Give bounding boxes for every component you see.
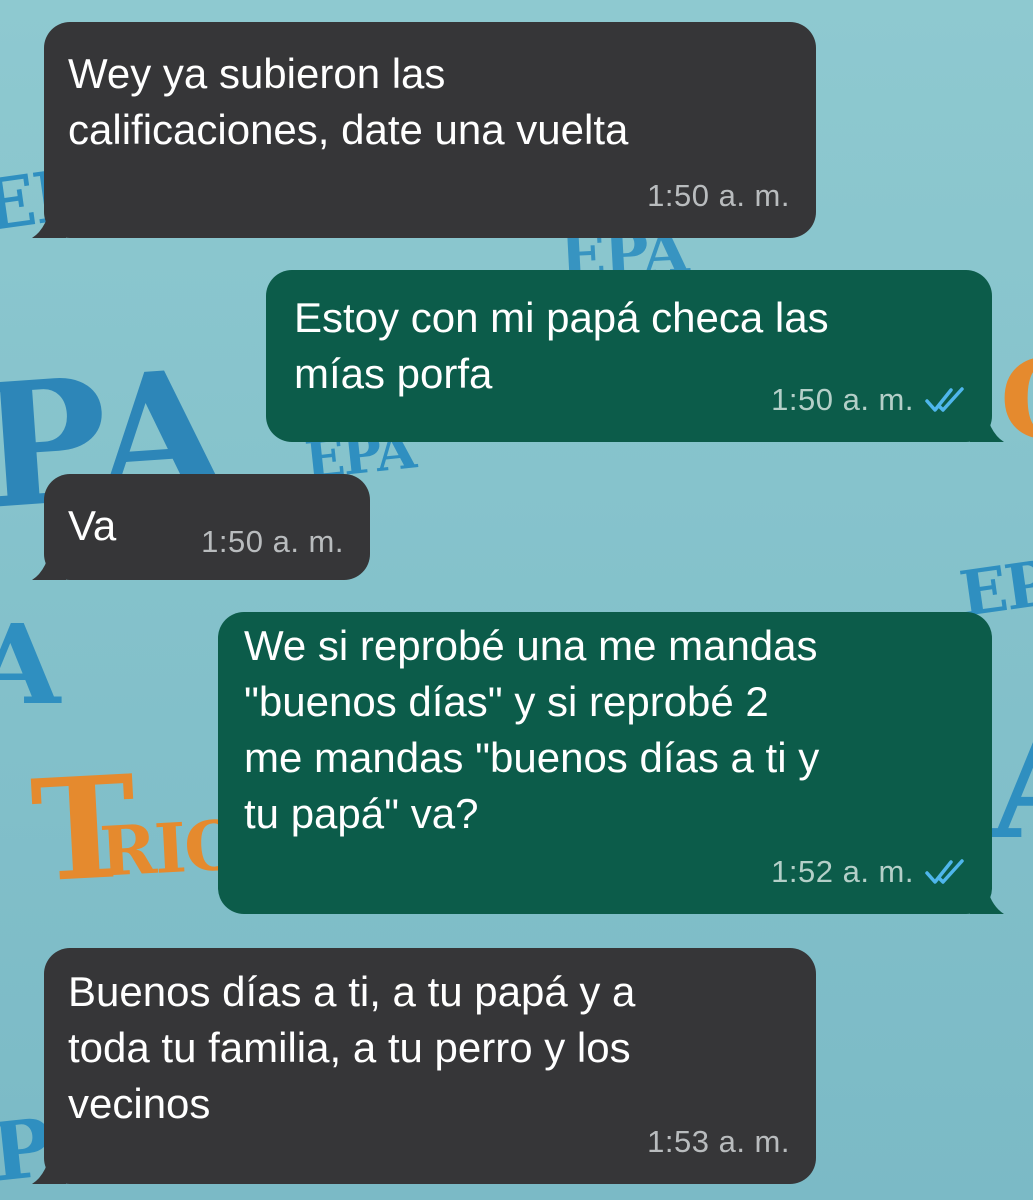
bubble-tail-icon	[970, 402, 1004, 442]
bubble-tail-icon	[32, 1144, 66, 1184]
message-meta: 1:52 a. m.	[771, 844, 966, 900]
message-timestamp: 1:53 a. m.	[647, 1124, 790, 1159]
double-check-read-icon	[925, 859, 964, 884]
message-text: We si reprobé una me mandas "buenos días…	[244, 622, 820, 837]
bubble-tail-icon	[32, 540, 66, 580]
message-timestamp: 1:50 a. m.	[647, 178, 790, 213]
message-text: Buenos días a ti, a tu papá y a toda tu …	[68, 968, 636, 1127]
message-meta: 1:53 a. m.	[647, 1114, 790, 1170]
outgoing-message-bubble[interactable]: We si reprobé una me mandas "buenos días…	[218, 612, 1004, 914]
message-meta: 1:50 a. m.	[771, 372, 966, 428]
bubble-tail-icon	[32, 198, 66, 238]
double-check-read-icon	[925, 387, 964, 412]
outgoing-message-bubble[interactable]: Estoy con mi papá checa las mías porfa 1…	[266, 270, 1004, 442]
message-meta: 1:50 a. m.	[201, 514, 344, 570]
wallpaper-lettering: A	[0, 600, 60, 729]
bubble-tail-icon	[970, 874, 1004, 914]
wallpaper-lettering: A	[990, 710, 1033, 860]
incoming-message-bubble[interactable]: Wey ya subieron las calificaciones, date…	[32, 22, 816, 238]
incoming-message-bubble[interactable]: Buenos días a ti, a tu papá y a toda tu …	[32, 948, 816, 1184]
message-text: Wey ya subieron las calificaciones, date…	[68, 50, 629, 153]
incoming-message-bubble[interactable]: Va 1:50 a. m.	[32, 474, 370, 580]
message-meta: 1:50 a. m.	[647, 168, 790, 224]
message-timestamp: 1:52 a. m.	[771, 854, 914, 889]
message-timestamp: 1:50 a. m.	[771, 382, 914, 417]
message-timestamp: 1:50 a. m.	[201, 524, 344, 559]
